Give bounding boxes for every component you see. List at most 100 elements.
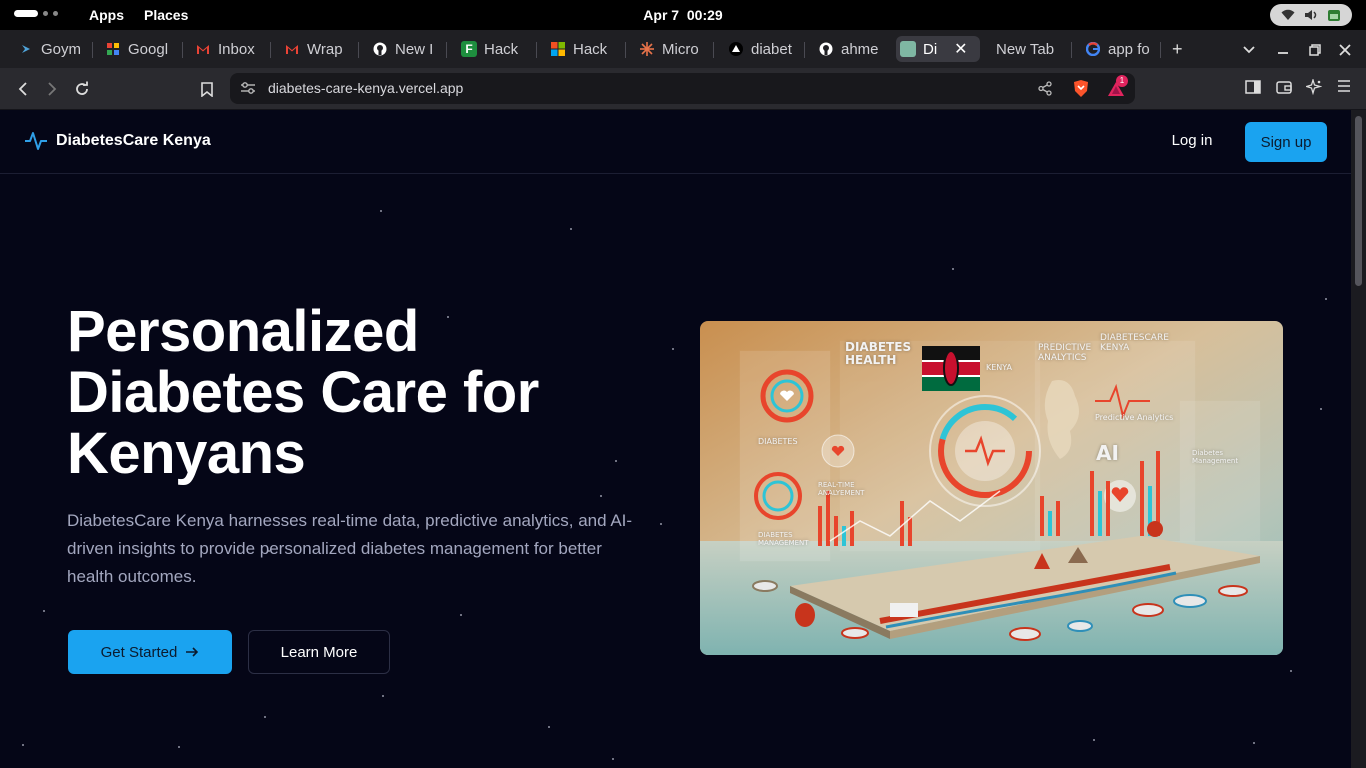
star-dot [382, 695, 384, 697]
hero-title-line: Diabetes Care for [67, 360, 539, 425]
brand-logo[interactable]: DiabetesCare Kenya [24, 130, 211, 152]
reload-icon[interactable] [71, 78, 93, 100]
clock-date: Apr 7 [643, 7, 680, 23]
illustration-caption: KENYA [986, 363, 1013, 372]
illustration-caption: PREDICTIVE ANALYTICS [1038, 343, 1092, 363]
tab-label: diabet [751, 40, 792, 58]
tab[interactable]: New I [368, 36, 438, 62]
star-dot [1253, 742, 1255, 744]
star-dot [660, 523, 662, 525]
star-dot [1290, 670, 1292, 672]
heartbeat-icon [25, 132, 47, 150]
browser-toolbar: diabetes-care-kenya.vercel.app 1 [0, 68, 1366, 110]
star-dot [600, 495, 602, 497]
minimize-window-icon[interactable] [1277, 39, 1289, 61]
illustration-caption: DIABETES MANAGEMENT [758, 531, 809, 547]
tab[interactable]: Hack [546, 36, 616, 62]
star-dot [178, 746, 180, 748]
system-top-bar: Apps Places Apr 7 00:29 [0, 0, 1366, 30]
close-window-icon[interactable] [1339, 39, 1351, 61]
activities-indicator[interactable] [14, 10, 58, 17]
illustration-caption: AI [1096, 441, 1119, 465]
gmail-icon [284, 41, 300, 57]
tab-search-chevron-icon[interactable] [1242, 39, 1256, 61]
tab[interactable]: F Hack [457, 36, 527, 62]
github-icon [818, 41, 834, 57]
tab-label: ahme [841, 40, 879, 58]
illustration-caption: Predictive Analytics [1095, 413, 1174, 422]
url-text: diabetes-care-kenya.vercel.app [268, 80, 464, 96]
star-dot [264, 716, 266, 718]
brave-shields-icon[interactable] [1072, 79, 1090, 98]
tab[interactable]: app fo [1081, 36, 1151, 62]
star-dot [952, 268, 954, 270]
forward-arrow-icon[interactable] [41, 78, 63, 100]
tab-separator [270, 42, 271, 58]
main-menu-icon[interactable] [1337, 79, 1351, 98]
get-started-button[interactable]: Get Started [68, 630, 232, 674]
tab[interactable]: Wrap [280, 36, 350, 62]
back-arrow-icon[interactable] [12, 78, 34, 100]
tab[interactable]: Goym [14, 36, 88, 62]
tab[interactable]: New Tab [992, 36, 1062, 62]
login-link[interactable]: Log in [1158, 132, 1226, 149]
tab-active[interactable]: Di ✕ [896, 36, 980, 62]
tab[interactable]: Micro [635, 36, 705, 62]
leo-ai-icon[interactable] [1304, 77, 1323, 100]
learn-more-button[interactable]: Learn More [248, 630, 390, 674]
star-dot [612, 758, 614, 760]
star-dot [548, 726, 550, 728]
signup-button[interactable]: Sign up [1245, 122, 1327, 162]
site-settings-icon[interactable] [240, 81, 256, 95]
tab-separator [1071, 42, 1072, 58]
apps-menu[interactable]: Apps [89, 7, 124, 23]
share-icon[interactable] [1038, 81, 1053, 96]
tab[interactable]: Inbox [191, 36, 261, 62]
system-tray[interactable] [1270, 4, 1352, 26]
tab-label: Inbox [218, 40, 255, 58]
tab-separator [1160, 42, 1161, 58]
sparkle-icon [639, 41, 655, 57]
scrollbar-thumb[interactable] [1355, 116, 1362, 286]
clock[interactable]: Apr 7 00:29 [0, 7, 1366, 23]
wallet-icon[interactable] [1276, 79, 1292, 100]
tab[interactable]: diabet [724, 36, 796, 62]
site-icon [900, 41, 916, 57]
browser-tab-strip: Goym Googl Inbox Wrap New I F Hack Hack … [0, 30, 1366, 68]
tab-label: Wrap [307, 40, 343, 58]
brave-rewards-button[interactable]: 1 [1107, 75, 1129, 100]
hero-illustration: DIABETES HEALTH PREDICTIVE ANALYTICS DIA… [700, 321, 1283, 655]
star-dot [1320, 408, 1322, 410]
forms-icon: F [461, 41, 477, 57]
illustration-caption: Diabetes Management [1192, 449, 1239, 465]
tab[interactable]: Googl [101, 36, 179, 62]
tab-separator [182, 42, 183, 58]
site-header: DiabetesCare Kenya Log in Sign up [0, 110, 1351, 174]
vercel-icon [728, 41, 744, 57]
goym-icon [18, 41, 34, 57]
sidebar-toggle-icon[interactable] [1245, 79, 1261, 100]
tab-label: New Tab [996, 40, 1055, 58]
tab-separator [446, 42, 447, 58]
close-tab-icon[interactable]: ✕ [954, 39, 967, 59]
bookmark-icon[interactable] [196, 78, 218, 100]
get-started-label: Get Started [100, 643, 178, 661]
tab-separator [536, 42, 537, 58]
hero-title-line: Personalized [67, 299, 419, 364]
tab[interactable]: ahme [814, 36, 884, 62]
tab-label: Googl [128, 40, 169, 58]
rewards-badge: 1 [1116, 75, 1128, 87]
tab-label: New I [395, 40, 434, 58]
places-menu[interactable]: Places [144, 7, 188, 23]
address-bar[interactable]: diabetes-care-kenya.vercel.app 1 [230, 73, 1135, 104]
workspace-dot [53, 11, 58, 16]
maximize-window-icon[interactable] [1309, 39, 1321, 61]
page-scrollbar[interactable] [1351, 110, 1366, 768]
star-dot [460, 614, 462, 616]
star-dot [43, 610, 45, 612]
new-tab-icon[interactable]: + [1172, 38, 1183, 60]
tab-label: app fo [1108, 40, 1150, 58]
star-dot [380, 210, 382, 212]
tab-separator [358, 42, 359, 58]
tab-label: Micro [662, 40, 699, 58]
